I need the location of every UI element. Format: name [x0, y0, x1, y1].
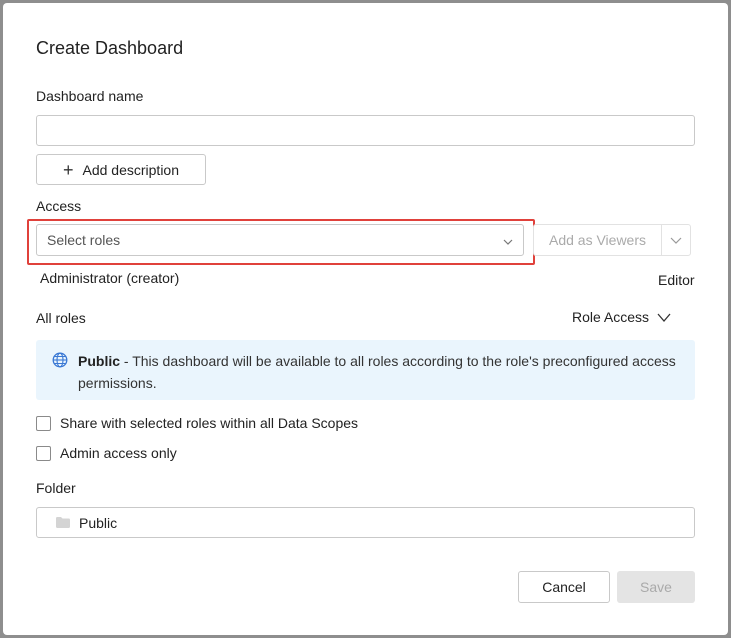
creator-name: Administrator (creator) — [40, 270, 180, 286]
folder-value: Public — [79, 514, 118, 531]
public-info-text: Public - This dashboard will be availabl… — [78, 350, 678, 394]
add-as-viewers-button[interactable]: Add as Viewers — [533, 224, 661, 256]
access-label: Access — [36, 198, 82, 214]
dialog-title: Create Dashboard — [36, 38, 184, 58]
public-info-description: - This dashboard will be available to al… — [78, 353, 676, 391]
chevron-down-icon — [657, 313, 671, 322]
role-access-label: Role Access — [572, 309, 650, 325]
dashboard-name-label: Dashboard name — [36, 88, 144, 104]
add-description-label: Add description — [82, 161, 180, 178]
public-info-banner: Public - This dashboard will be availabl… — [36, 340, 695, 400]
role-access-dropdown[interactable]: Role Access — [572, 309, 671, 325]
add-description-button[interactable]: + Add description — [36, 154, 206, 185]
chevron-down-icon — [670, 231, 682, 249]
share-all-scopes-checkbox-row[interactable]: Share with selected roles within all Dat… — [36, 415, 358, 431]
viewers-dropdown-toggle[interactable] — [661, 224, 691, 256]
admin-only-label: Admin access only — [60, 445, 177, 461]
admin-only-checkbox[interactable] — [36, 445, 51, 461]
creator-role: Editor — [658, 272, 695, 288]
cancel-button[interactable]: Cancel — [518, 571, 610, 603]
globe-icon — [52, 352, 68, 373]
all-roles-label: All roles — [36, 310, 86, 326]
select-roles-dropdown[interactable]: Select roles — [36, 224, 524, 256]
create-dashboard-dialog: Create Dashboard Dashboard name + Add de… — [3, 3, 728, 635]
dashboard-name-input[interactable] — [36, 115, 695, 146]
chevron-down-icon — [503, 232, 513, 248]
folder-select[interactable]: Public — [36, 507, 695, 538]
share-all-scopes-label: Share with selected roles within all Dat… — [60, 415, 359, 431]
public-info-strong: Public — [78, 353, 121, 369]
admin-only-checkbox-row[interactable]: Admin access only — [36, 445, 177, 461]
add-as-viewers-label: Add as Viewers — [548, 232, 646, 248]
select-roles-placeholder: Select roles — [47, 232, 121, 248]
plus-icon: + — [62, 159, 74, 180]
share-all-scopes-checkbox[interactable] — [36, 415, 51, 431]
folder-icon — [56, 517, 70, 528]
folder-label: Folder — [36, 480, 76, 496]
save-button[interactable]: Save — [617, 571, 695, 603]
